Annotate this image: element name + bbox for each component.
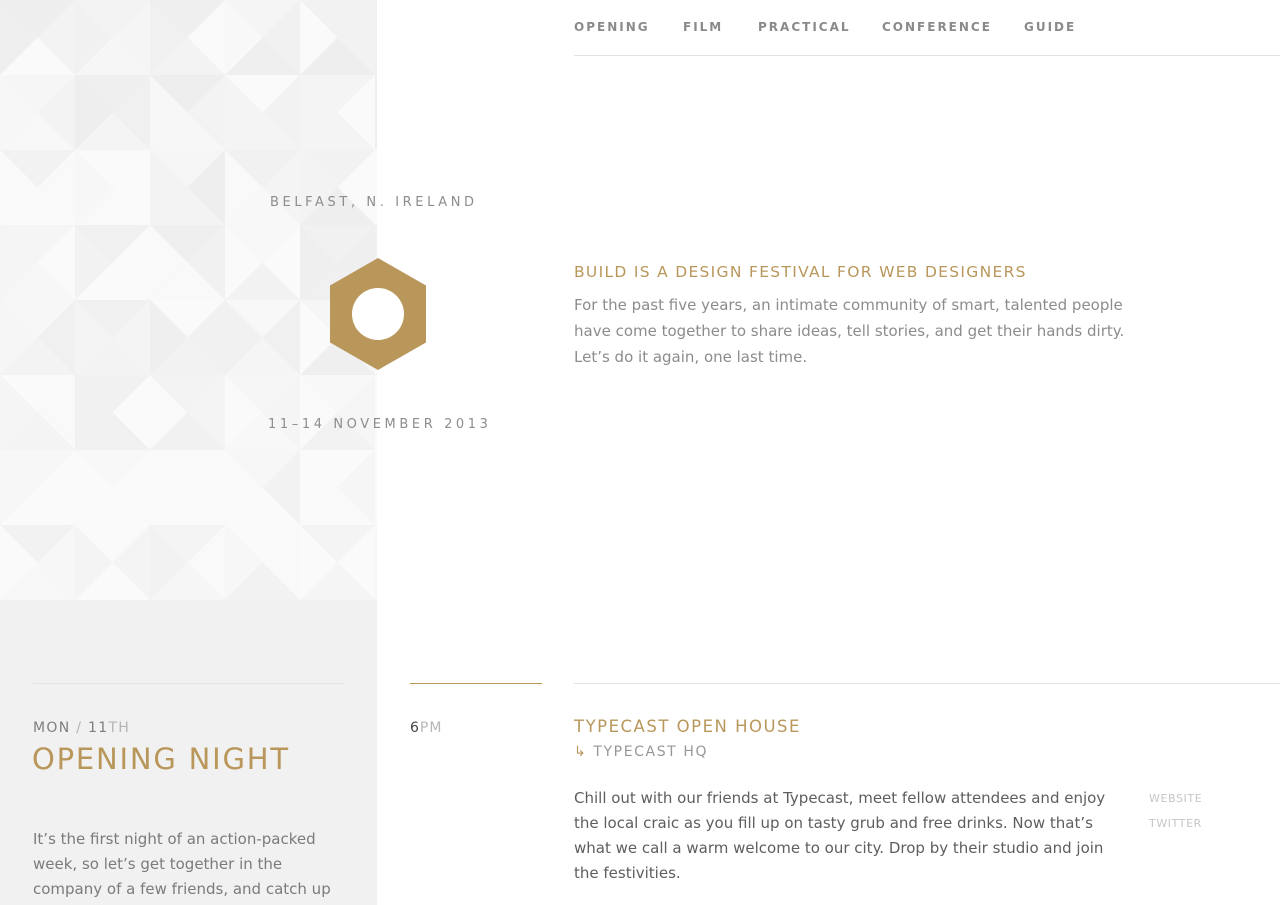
event-location: BELFAST, N. IRELAND [270,195,478,210]
event-time: 6PM [410,720,442,736]
day-title: OPENING NIGHT [32,742,290,776]
sidebar-divider [33,683,344,684]
day-date-number: 11 [88,720,109,736]
hexagon-logo-icon[interactable] [328,257,428,371]
day-date-suffix: TH [108,720,131,736]
nav-item-guide[interactable]: GUIDE [1024,20,1076,34]
twitter-link[interactable]: TWITTER [1149,817,1202,830]
event-title: TYPECAST OPEN HOUSE [574,717,801,736]
event-venue: ↳ TYPECAST HQ [574,744,708,760]
day-label: MON / 11TH [33,720,130,736]
content-divider [574,683,1280,684]
event-time-ampm: PM [419,720,443,736]
website-link[interactable]: WEBSITE [1149,792,1202,805]
intro-heading: BUILD IS A DESIGN FESTIVAL FOR WEB DESIG… [574,263,1027,281]
day-description: It’s the first night of an action-packed… [33,830,331,898]
event-description: Chill out with our friends at Typecast, … [574,789,1106,882]
return-arrow-icon: ↳ [574,744,588,760]
nav-item-practical[interactable]: PRACTICAL [758,20,851,34]
time-divider [410,683,542,684]
day-weekday: MON [33,720,71,736]
event-dates: 11–14 NOVEMBER 2013 [268,417,492,432]
day-separator: / [70,720,89,736]
main-nav: OPENING FILM PRACTICAL CONFERENCE GUIDE [574,0,1280,56]
nav-item-conference[interactable]: CONFERENCE [882,20,992,34]
intro-paragraph: For the past five years, an intimate com… [574,296,1125,366]
event-venue-name: TYPECAST HQ [593,744,709,760]
nav-item-opening[interactable]: OPENING [574,20,650,34]
event-time-hour: 6 [410,720,420,736]
nav-item-film[interactable]: FILM [683,20,723,34]
